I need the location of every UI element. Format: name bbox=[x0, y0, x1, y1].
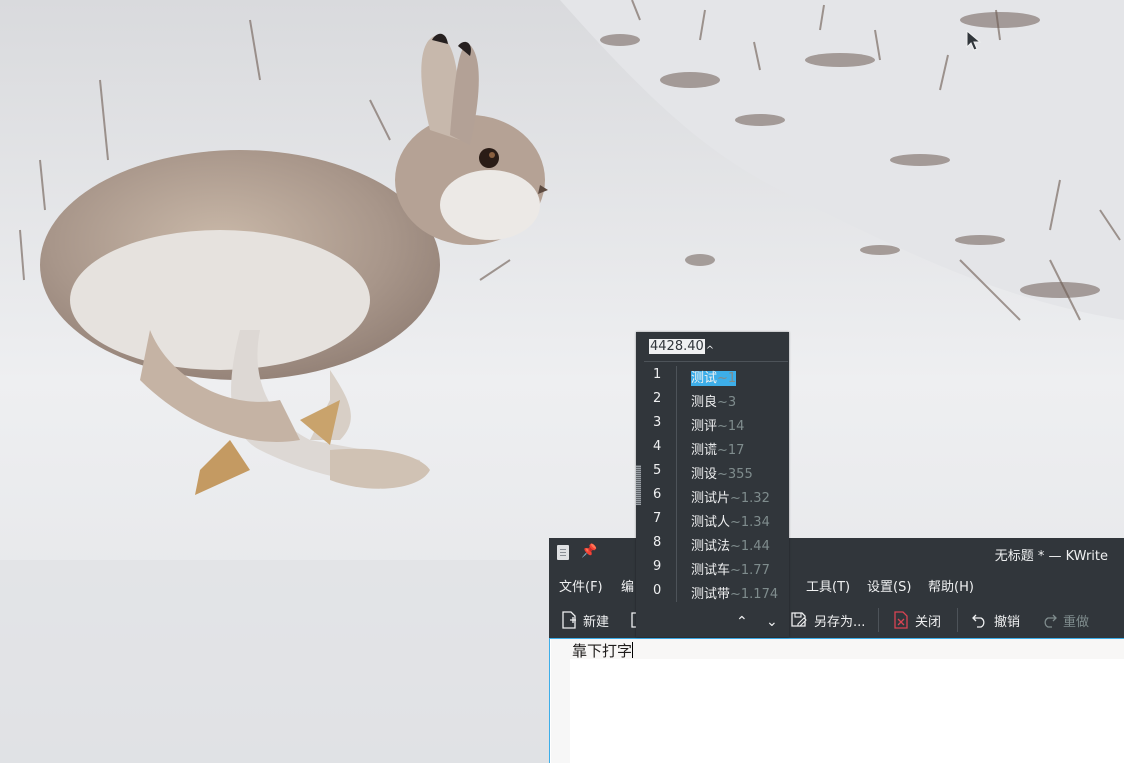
candidate-item[interactable]: 9 测试车~1.77 bbox=[636, 557, 789, 581]
text-editor-area[interactable]: 靠下打字 bbox=[549, 638, 1124, 763]
text-caret bbox=[632, 642, 634, 658]
candidate-item[interactable]: 0 测试带~1.174 bbox=[636, 581, 789, 605]
candidate-hint: ~1.34 bbox=[730, 515, 770, 530]
pin-icon[interactable]: 📌 bbox=[581, 544, 597, 559]
mouse-cursor-icon bbox=[966, 30, 982, 51]
candidate-index: 5 bbox=[653, 463, 662, 478]
candidate-text: 测试带~1.174 bbox=[691, 583, 778, 602]
candidate-index: 7 bbox=[653, 511, 662, 526]
ime-preedit: 4428.40 ^ bbox=[649, 336, 714, 356]
ime-candidate-popup: 4428.40 ^ 1 测试~1 2 测良~3 3 测评~14 4 测谎~17 5 测设~355 6… bbox=[636, 332, 789, 637]
candidate-index: 6 bbox=[653, 487, 662, 502]
chevron-up-icon[interactable]: ⌃ bbox=[736, 614, 748, 630]
candidate-index: 4 bbox=[653, 439, 662, 454]
candidate-word: 测良 bbox=[691, 395, 718, 410]
window-title: 无标题 * — KWrite bbox=[994, 549, 1108, 564]
candidate-item[interactable]: 1 测试~1 bbox=[636, 365, 789, 389]
candidate-item[interactable]: 2 测良~3 bbox=[636, 389, 789, 413]
toolbar-separator bbox=[878, 608, 879, 632]
candidate-item[interactable]: 4 测谎~17 bbox=[636, 437, 789, 461]
candidate-text: 测试人~1.34 bbox=[691, 511, 770, 530]
close-document-icon bbox=[894, 611, 908, 629]
menu-tools[interactable]: 工具(T) bbox=[806, 576, 850, 595]
editor-text: 靠下打字 bbox=[572, 642, 633, 660]
undo-icon bbox=[972, 614, 985, 628]
candidate-word: 测试片 bbox=[691, 491, 731, 506]
candidate-hint: ~1 bbox=[717, 371, 737, 386]
redo-icon bbox=[1044, 614, 1057, 628]
candidate-word: 测评 bbox=[691, 419, 718, 434]
candidate-word: 测试法 bbox=[691, 539, 731, 554]
candidate-index: 8 bbox=[653, 535, 662, 550]
close-label: 关闭 bbox=[915, 614, 942, 630]
close-button[interactable]: 关闭 bbox=[893, 608, 941, 632]
candidate-text: 测评~14 bbox=[691, 415, 744, 434]
candidate-index: 2 bbox=[653, 391, 662, 406]
menu-file[interactable]: 文件(F) bbox=[559, 576, 603, 595]
candidate-word: 测设 bbox=[691, 467, 718, 482]
candidate-index: 0 bbox=[653, 583, 662, 598]
candidate-word: 测试带 bbox=[691, 587, 731, 602]
toolbar-separator bbox=[957, 608, 958, 632]
candidate-index: 1 bbox=[653, 367, 662, 382]
new-button[interactable]: 新建 bbox=[561, 608, 609, 632]
candidate-hint: ~3 bbox=[717, 395, 737, 410]
candidate-hint: ~1.44 bbox=[730, 539, 770, 554]
chevron-down-icon[interactable]: ⌄ bbox=[766, 614, 778, 630]
candidate-item[interactable]: 8 测试法~1.44 bbox=[636, 533, 789, 557]
candidate-word: 测试车 bbox=[691, 563, 731, 578]
candidate-text: 测试车~1.77 bbox=[691, 559, 770, 578]
save-as-button[interactable]: 另存为... bbox=[790, 608, 865, 632]
candidate-hint: ~14 bbox=[717, 419, 745, 434]
undo-label: 撤销 bbox=[994, 614, 1021, 630]
preedit-caret: ^ bbox=[705, 344, 715, 356]
candidate-hint: ~17 bbox=[717, 443, 745, 458]
redo-button[interactable]: 重做 bbox=[1041, 608, 1089, 632]
popup-divider bbox=[644, 361, 788, 362]
candidate-text: 测谎~17 bbox=[691, 439, 744, 458]
candidate-item[interactable]: 6 测试片~1.32 bbox=[636, 485, 789, 509]
candidate-text: 测设~355 bbox=[691, 463, 753, 482]
current-line-highlight bbox=[570, 639, 1124, 659]
menu-edit[interactable]: 编 bbox=[621, 576, 634, 595]
candidate-word: 测谎 bbox=[691, 443, 718, 458]
candidate-hint: ~1.32 bbox=[730, 491, 770, 506]
candidate-item[interactable]: 5 测设~355 bbox=[636, 461, 789, 485]
candidate-index: 3 bbox=[653, 415, 662, 430]
editor-line[interactable]: 靠下打字 bbox=[572, 640, 634, 661]
candidate-text: 测良~3 bbox=[691, 391, 736, 410]
candidate-hint: ~355 bbox=[717, 467, 753, 482]
document-icon[interactable] bbox=[557, 545, 569, 560]
candidate-item[interactable]: 3 测评~14 bbox=[636, 413, 789, 437]
new-label: 新建 bbox=[583, 614, 610, 630]
menu-settings[interactable]: 设置(S) bbox=[867, 576, 911, 595]
preedit-text: 4428.40 bbox=[649, 338, 705, 354]
candidate-text: 测试片~1.32 bbox=[691, 487, 770, 506]
candidate-text: 测试法~1.44 bbox=[691, 535, 770, 554]
candidate-index: 9 bbox=[653, 559, 662, 574]
candidate-text: 测试~1 bbox=[691, 367, 737, 386]
new-document-icon bbox=[562, 611, 576, 629]
candidate-item[interactable]: 7 测试人~1.34 bbox=[636, 509, 789, 533]
save-as-icon bbox=[791, 612, 807, 627]
candidate-hint: ~1.174 bbox=[730, 587, 779, 602]
candidate-hint: ~1.77 bbox=[730, 563, 770, 578]
menu-help[interactable]: 帮助(H) bbox=[928, 576, 974, 595]
redo-label: 重做 bbox=[1063, 614, 1090, 630]
editor-gutter bbox=[551, 639, 570, 763]
candidate-word: 测试 bbox=[691, 371, 718, 386]
candidate-word: 测试人 bbox=[691, 515, 731, 530]
save-as-label: 另存为... bbox=[814, 614, 866, 630]
undo-button[interactable]: 撤销 bbox=[972, 608, 1020, 632]
